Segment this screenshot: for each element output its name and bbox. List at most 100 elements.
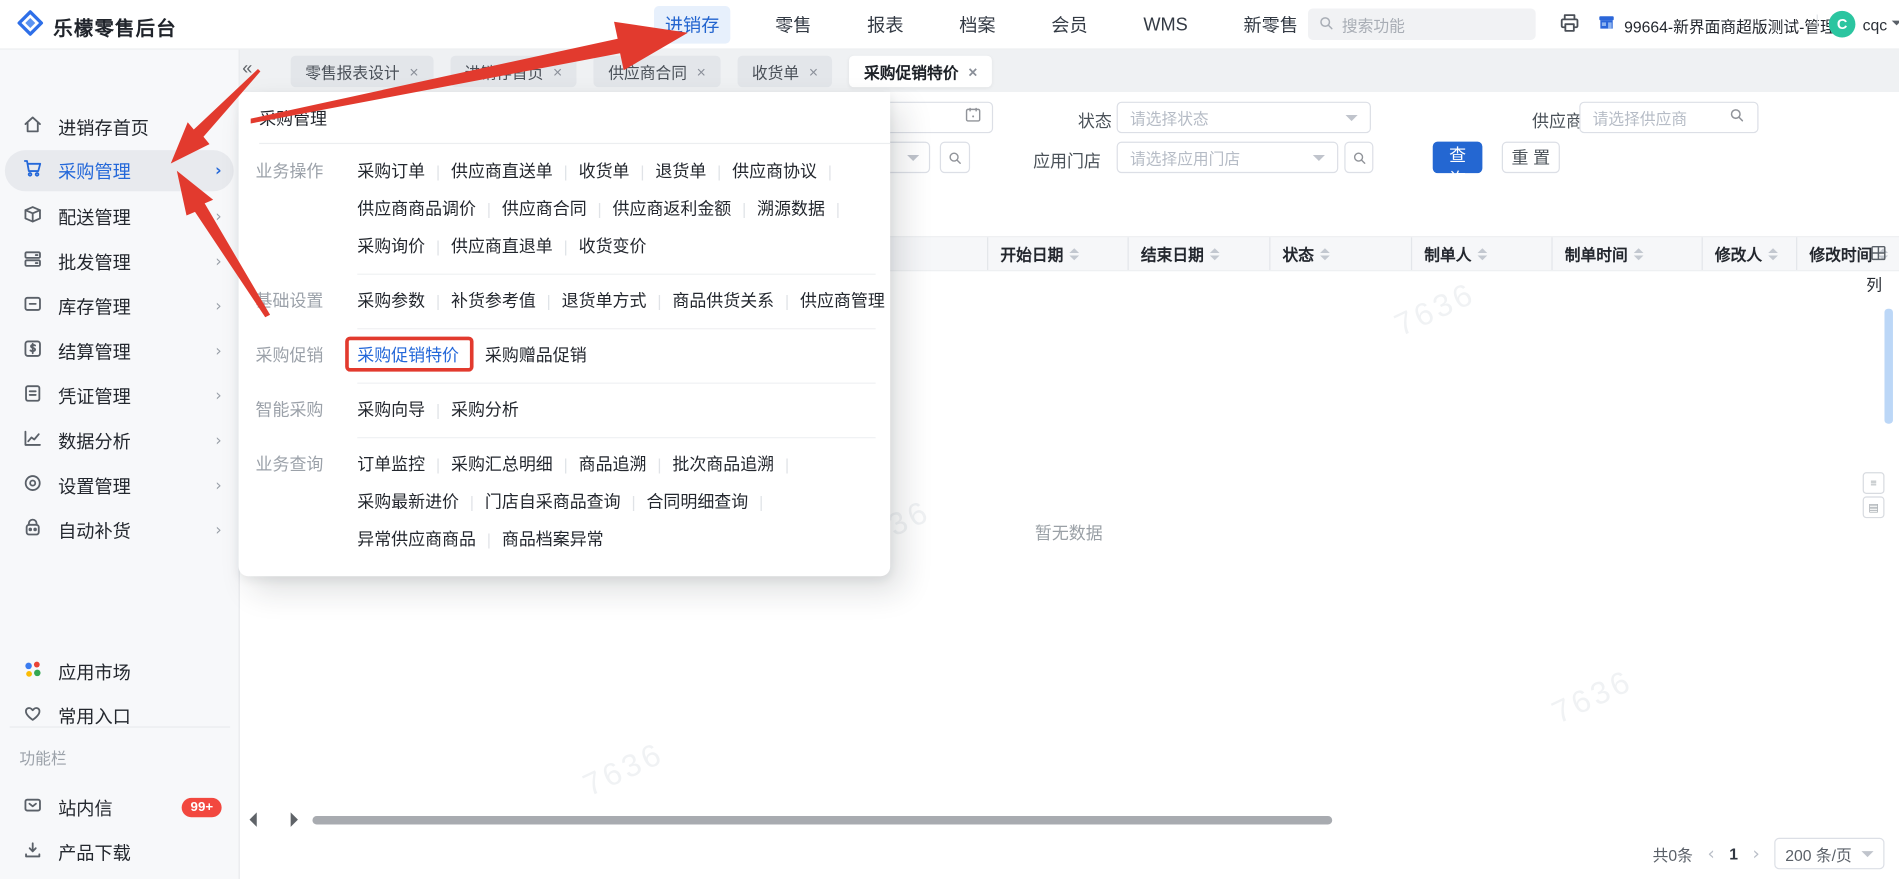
menu-item[interactable]: 收货单: [579, 161, 630, 180]
sidebar-item-0[interactable]: 进销存首页: [5, 107, 234, 148]
tab-4[interactable]: 采购促销特价 ×: [849, 55, 992, 88]
sidebar-item-9[interactable]: 自动补货 ›: [5, 510, 234, 551]
sort-icon[interactable]: [1069, 247, 1080, 260]
prev-page-icon[interactable]: ‹: [1707, 843, 1714, 865]
sidebar-item-5[interactable]: 结算管理 ›: [5, 331, 234, 372]
table-column-5[interactable]: 修改人: [1701, 237, 1796, 270]
menu-item[interactable]: 异常供应商商品: [357, 529, 476, 548]
status-select[interactable]: 请选择状态: [1116, 101, 1371, 134]
supplier-input[interactable]: 请选择供应商: [1579, 101, 1759, 134]
store-select[interactable]: 请选择应用门店: [1116, 141, 1339, 174]
chevron-down-icon[interactable]: [1891, 20, 1899, 31]
menu-item[interactable]: 退货单方式: [562, 291, 647, 310]
menu-item[interactable]: 采购向导: [357, 400, 425, 419]
menu-item[interactable]: 供应商直退单: [451, 236, 553, 255]
current-page[interactable]: 1: [1729, 844, 1738, 862]
hidden-search-button[interactable]: [939, 141, 971, 174]
menu-item[interactable]: 门店自采商品查询: [485, 492, 621, 511]
tab-0[interactable]: 零售报表设计 ×: [290, 55, 434, 88]
top-nav-item-0[interactable]: 进销存: [653, 5, 731, 43]
menu-item[interactable]: 补货参考值: [451, 291, 536, 310]
sidebar-item-3[interactable]: 批发管理 ›: [5, 241, 234, 282]
column-tool-label[interactable]: 列: [1866, 272, 1882, 295]
menu-item[interactable]: 采购赠品促销: [485, 345, 587, 364]
top-nav-item-5[interactable]: WMS: [1132, 8, 1198, 41]
table-column-3[interactable]: 制单人: [1410, 237, 1551, 270]
table-column-1[interactable]: 结束日期: [1127, 237, 1270, 270]
sidebar-item-1[interactable]: 采购管理 ›: [4, 150, 234, 192]
top-nav-item-2[interactable]: 报表: [856, 5, 914, 43]
menu-item[interactable]: 采购分析: [451, 400, 519, 419]
menu-item[interactable]: 合同明细查询: [646, 492, 748, 511]
page-size-select[interactable]: 200 条/页: [1774, 837, 1885, 870]
sidebar-item-6[interactable]: 凭证管理 ›: [5, 375, 234, 416]
menu-item[interactable]: 商品追溯: [579, 454, 647, 473]
query-button[interactable]: 查 询: [1432, 141, 1483, 189]
close-icon[interactable]: ×: [809, 62, 818, 80]
close-icon[interactable]: ×: [553, 62, 562, 80]
menu-item[interactable]: 溯源数据: [757, 199, 825, 218]
sidebar-item-7[interactable]: 数据分析 ›: [5, 420, 234, 461]
right-scrollbar-thumb[interactable]: [1884, 308, 1893, 424]
top-nav-item-3[interactable]: 档案: [948, 5, 1006, 43]
sidebar-tool-0[interactable]: 站内信 99+: [5, 787, 234, 828]
sort-icon[interactable]: [1320, 247, 1330, 260]
menu-item[interactable]: 供应商商品调价: [357, 199, 476, 218]
reset-button[interactable]: 重 置: [1501, 141, 1560, 174]
username[interactable]: cqc: [1863, 16, 1888, 34]
menu-item[interactable]: 供应商合同: [502, 199, 587, 218]
menu-item[interactable]: 采购订单: [357, 161, 425, 180]
menu-item[interactable]: 采购询价: [357, 236, 425, 255]
next-page-icon[interactable]: ›: [1753, 843, 1760, 865]
sidebar-item-4[interactable]: 库存管理 ›: [5, 286, 234, 327]
menu-item[interactable]: 供应商直送单: [451, 161, 553, 180]
tab-3[interactable]: 收货单 ×: [737, 55, 833, 88]
menu-item[interactable]: 商品供货关系: [672, 291, 774, 310]
table-column-2[interactable]: 状态: [1269, 237, 1411, 270]
sort-icon[interactable]: [1477, 247, 1488, 260]
menu-item[interactable]: 采购汇总明细: [451, 454, 553, 473]
sidebar-item-8[interactable]: 设置管理 ›: [5, 465, 234, 506]
sidebar-secondary-0[interactable]: 应用市场: [5, 651, 234, 692]
menu-item[interactable]: 采购最新进价: [357, 492, 459, 511]
app-logo[interactable]: 乐檬零售后台: [17, 10, 177, 43]
top-nav-item-6[interactable]: 新零售: [1233, 5, 1309, 43]
sort-icon[interactable]: [1209, 247, 1220, 260]
close-icon[interactable]: ×: [697, 62, 706, 80]
tab-2[interactable]: 供应商合同 ×: [593, 55, 721, 88]
close-icon[interactable]: ×: [409, 62, 418, 80]
close-icon[interactable]: ×: [968, 62, 977, 80]
horizontal-scrollbar-thumb[interactable]: [312, 816, 1333, 825]
sort-icon[interactable]: [1633, 247, 1644, 260]
sort-icon[interactable]: [1768, 247, 1778, 260]
menu-item[interactable]: 供应商返利金额: [613, 199, 732, 218]
menu-item[interactable]: 收货变价: [579, 236, 647, 255]
scroll-right-icon[interactable]: [290, 812, 298, 827]
menu-item[interactable]: 商品档案异常: [502, 529, 604, 548]
menu-item[interactable]: 供应商协议: [732, 161, 817, 180]
collapse-sidebar-icon[interactable]: «: [242, 58, 252, 79]
sidebar-tool-1[interactable]: 产品下载: [5, 832, 234, 873]
table-column-4[interactable]: 制单时间: [1551, 237, 1701, 270]
top-nav-item-1[interactable]: 零售: [764, 5, 822, 43]
side-tool-grid-icon[interactable]: ▤: [1862, 496, 1885, 519]
tab-1[interactable]: 进销存首页 ×: [450, 55, 577, 88]
menu-item[interactable]: 批次商品追溯: [672, 454, 774, 473]
search-functions-box[interactable]: 搜索功能: [1307, 8, 1536, 40]
menu-item[interactable]: 订单监控: [357, 454, 425, 473]
scroll-left-icon[interactable]: [249, 812, 257, 827]
sidebar-secondary-1[interactable]: 常用入口: [5, 695, 234, 736]
column-settings-icon[interactable]: [1870, 245, 1887, 268]
printer-icon[interactable]: [1557, 11, 1581, 41]
menu-item[interactable]: 采购参数: [357, 291, 425, 310]
side-tool-list-icon[interactable]: ≡: [1862, 472, 1885, 494]
top-nav-item-4[interactable]: 会员: [1040, 5, 1098, 43]
menu-item[interactable]: 供应商管理: [800, 291, 885, 310]
avatar[interactable]: C: [1828, 10, 1856, 38]
store-search-button[interactable]: [1344, 141, 1374, 174]
sidebar-item-2[interactable]: 配送管理 ›: [5, 196, 234, 237]
menu-item[interactable]: 退货单: [655, 161, 706, 180]
tenant-switcher[interactable]: 99664-新界面商超版测试-管理...: [1596, 12, 1849, 39]
table-column-0[interactable]: 开始日期: [987, 237, 1127, 270]
menu-item[interactable]: 采购促销特价: [345, 336, 474, 372]
